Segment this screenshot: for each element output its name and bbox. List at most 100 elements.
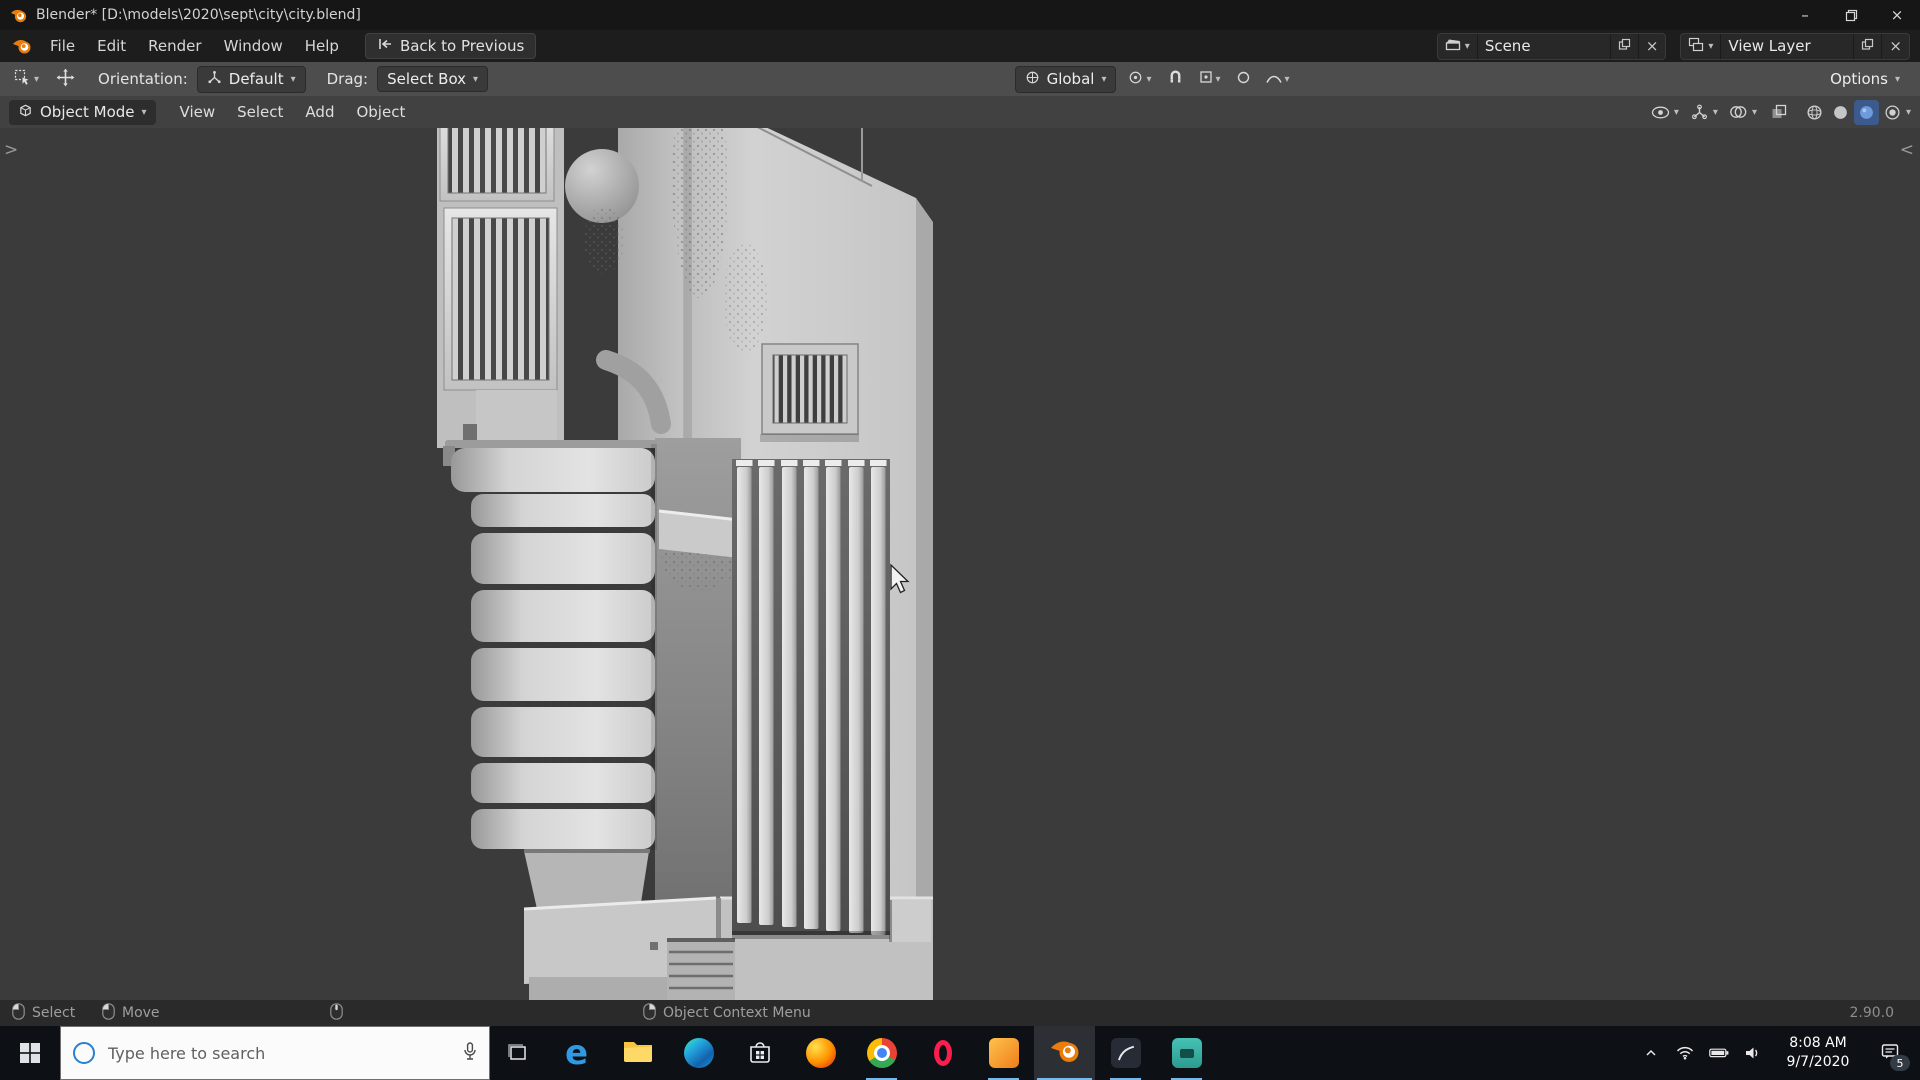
back-to-previous-button[interactable]: Back to Previous <box>364 33 537 59</box>
building-square-vent <box>760 343 859 442</box>
tray-chevron-up-icon[interactable] <box>1636 1032 1666 1074</box>
expand-panel-right-icon[interactable]: < <box>1900 142 1914 159</box>
window-minimize-button[interactable]: – <box>1782 0 1828 30</box>
snap-settings-button[interactable]: ▾ <box>1195 68 1225 90</box>
snap-toggle-button[interactable] <box>1164 68 1187 90</box>
options-dropdown[interactable]: Options ▾ <box>1820 66 1910 92</box>
taskbar-app-dark[interactable] <box>1095 1026 1156 1080</box>
object-mode-icon <box>18 103 33 122</box>
window-close-button[interactable]: × <box>1874 0 1920 30</box>
select-box-tool-icon <box>14 69 31 90</box>
viewport-menu-select[interactable]: Select <box>227 99 293 125</box>
task-view-button[interactable] <box>490 1026 546 1080</box>
battery-icon[interactable] <box>1704 1032 1734 1074</box>
scene-selector: ▾ Scene × <box>1436 32 1667 60</box>
close-icon: × <box>1645 36 1659 55</box>
menu-edit[interactable]: Edit <box>87 33 136 59</box>
viewport-menu-view[interactable]: View <box>170 99 226 125</box>
speaker-icon[interactable] <box>1738 1032 1768 1074</box>
app-teal-icon <box>1171 1038 1202 1068</box>
cortana-icon <box>73 1042 95 1064</box>
view-layer-name-field[interactable]: View Layer <box>1720 33 1853 59</box>
active-tool-button[interactable]: ▾ <box>10 67 43 92</box>
blender-icon <box>1049 1038 1081 1068</box>
left-mouse-drag-icon <box>102 1002 115 1024</box>
taskbar-search-input[interactable] <box>106 1042 452 1064</box>
taskbar-app-edge-legacy[interactable]: e <box>546 1026 607 1080</box>
opera-icon <box>933 1040 952 1066</box>
taskbar-app-chrome[interactable] <box>851 1026 912 1080</box>
chevron-down-icon: ▾ <box>473 73 479 85</box>
scene-icon <box>1445 37 1461 55</box>
drag-dropdown[interactable]: Select Box ▾ <box>377 66 489 92</box>
taskbar-app-edge[interactable] <box>668 1026 729 1080</box>
taskbar-app-orange[interactable] <box>973 1026 1034 1080</box>
building-banded-stack <box>443 440 657 909</box>
wifi-icon[interactable] <box>1670 1032 1700 1074</box>
windows-taskbar: e <box>0 1026 1920 1080</box>
taskbar-app-firefox[interactable] <box>790 1026 851 1080</box>
mode-dropdown[interactable]: Object Mode ▾ <box>9 99 156 125</box>
overlays-button[interactable] <box>1726 100 1751 125</box>
add-view-layer-button[interactable] <box>1853 33 1881 59</box>
copy-icon <box>1861 37 1874 55</box>
taskbar-app-store[interactable] <box>729 1026 790 1080</box>
menu-help[interactable]: Help <box>295 33 349 59</box>
orientation-dropdown[interactable]: Default ▾ <box>196 65 306 93</box>
gizmos-button[interactable] <box>1687 100 1712 125</box>
chevron-down-icon: ▾ <box>1146 73 1152 85</box>
viewport-menu-add[interactable]: Add <box>295 99 344 125</box>
model-city-building[interactable] <box>0 128 1920 1000</box>
expand-panel-left-icon[interactable]: > <box>4 142 18 159</box>
chrome-icon <box>866 1038 897 1068</box>
move-tool-button[interactable] <box>52 66 79 93</box>
taskbar-clock[interactable]: 8:08 AM 9/7/2020 <box>1772 1034 1864 1072</box>
object-visibility-button[interactable] <box>1648 100 1673 125</box>
menu-file[interactable]: File <box>40 33 85 59</box>
viewport-menu-object[interactable]: Object <box>346 99 415 125</box>
chevron-down-icon[interactable]: ▾ <box>1674 107 1679 118</box>
chevron-down-icon: ▾ <box>1284 73 1290 85</box>
chevron-down-icon[interactable]: ▾ <box>1752 107 1757 118</box>
clock-time: 8:08 AM <box>1789 1035 1847 1052</box>
chevron-down-icon: ▾ <box>1708 40 1714 52</box>
axes-icon <box>207 70 222 89</box>
shading-solid-button[interactable] <box>1828 100 1853 125</box>
menu-window[interactable]: Window <box>214 33 293 59</box>
shading-rendered-button[interactable] <box>1880 100 1905 125</box>
shading-wireframe-button[interactable] <box>1802 100 1827 125</box>
window-restore-button[interactable] <box>1828 0 1874 30</box>
pivot-point-button[interactable]: ▾ <box>1124 68 1155 91</box>
notification-count-badge: 5 <box>1890 1055 1910 1071</box>
remove-scene-button[interactable]: × <box>1637 33 1666 59</box>
start-button[interactable] <box>0 1026 60 1080</box>
tool-settings-bar: ▾ Orientation: Default ▾ Drag: Select Bo… <box>0 62 1920 96</box>
proportional-editing-button[interactable] <box>1233 68 1254 90</box>
chevron-down-icon[interactable]: ▾ <box>1906 107 1911 118</box>
blender-logo-icon[interactable] <box>12 38 32 54</box>
edge-chromium-icon <box>683 1038 714 1068</box>
browse-view-layer-button[interactable]: ▾ <box>1681 34 1720 59</box>
proportional-falloff-button[interactable]: ▾ <box>1262 68 1294 90</box>
chevron-down-icon[interactable]: ▾ <box>1713 107 1718 118</box>
transform-orientation-dropdown[interactable]: Global ▾ <box>1014 65 1117 93</box>
browse-scene-button[interactable]: ▾ <box>1438 34 1477 59</box>
menu-render[interactable]: Render <box>138 33 211 59</box>
app-orange-icon <box>988 1038 1019 1068</box>
taskbar-app-blender[interactable] <box>1034 1026 1095 1080</box>
action-center-button[interactable]: 5 <box>1868 1032 1912 1074</box>
xray-toggle-button[interactable] <box>1767 100 1792 125</box>
scene-name-field[interactable]: Scene <box>1476 33 1610 59</box>
taskbar-search[interactable] <box>60 1026 490 1080</box>
move-tool-icon <box>56 68 75 91</box>
microphone-icon[interactable] <box>463 1041 477 1065</box>
viewport-3d[interactable]: > < <box>0 128 1920 1000</box>
screen: Blender* [D:\models\2020\sept\city\city.… <box>0 0 1920 1080</box>
taskbar-app-teal[interactable] <box>1156 1026 1217 1080</box>
taskbar-app-opera[interactable] <box>912 1026 973 1080</box>
taskbar-app-file-explorer[interactable] <box>607 1026 668 1080</box>
remove-view-layer-button[interactable]: × <box>1881 33 1909 59</box>
shading-material-button[interactable] <box>1853 99 1879 125</box>
window-titlebar: Blender* [D:\models\2020\sept\city\city.… <box>0 0 1920 30</box>
new-scene-button[interactable] <box>1609 33 1638 59</box>
